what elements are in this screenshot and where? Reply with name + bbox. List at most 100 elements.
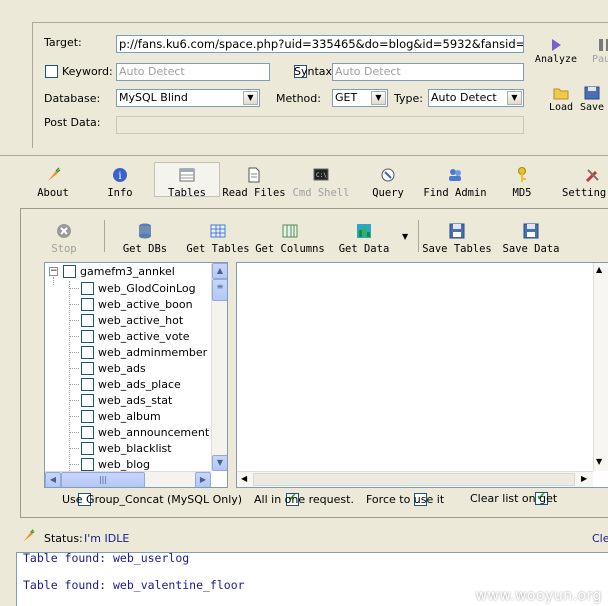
database-select[interactable]: MySQL Blind ▼: [116, 89, 260, 107]
get-data-button[interactable]: Get Data: [336, 222, 392, 255]
type-select[interactable]: Auto Detect ▼: [428, 89, 524, 107]
method-select[interactable]: GET ▼: [332, 89, 388, 107]
chevron-down-icon[interactable]: ▼: [507, 91, 522, 105]
tree-item-checkbox[interactable]: [81, 457, 94, 471]
tree-item[interactable]: web_blacklist: [70, 440, 172, 456]
scroll-left-icon[interactable]: ◀: [241, 474, 247, 483]
tree-item-checkbox[interactable]: [81, 329, 94, 343]
database-label: Database:: [44, 92, 101, 105]
keyword-input[interactable]: Auto Detect: [116, 63, 270, 81]
get-dbs-label: Get DBs: [122, 243, 168, 255]
columns-icon: [282, 224, 298, 238]
tab-about[interactable]: About: [32, 166, 74, 199]
query-icon: [381, 168, 395, 182]
tree-item[interactable]: web_adminmember: [70, 344, 208, 360]
tree-root[interactable]: gamefm3_annkel: [63, 265, 175, 278]
tab-tables[interactable]: Tables: [154, 162, 220, 199]
tree-item-checkbox[interactable]: [81, 313, 94, 327]
database-value: MySQL Blind: [119, 91, 188, 104]
tab-cmd-shell[interactable]: C:\ Cmd Shell: [290, 166, 352, 199]
scroll-thumb[interactable]: [253, 473, 575, 486]
get-columns-button[interactable]: Get Columns: [254, 222, 326, 255]
grid-vscroll[interactable]: ▲ ▼: [593, 263, 608, 471]
scroll-up-icon[interactable]: ▲: [212, 263, 227, 279]
tree-item-label: web_blacklist: [98, 441, 172, 455]
chevron-down-icon[interactable]: ▼: [402, 232, 408, 241]
scroll-down-icon[interactable]: ▼: [212, 455, 227, 471]
get-tables-button[interactable]: Get Tables: [184, 222, 252, 255]
tree-item[interactable]: web_ads_stat: [70, 392, 172, 408]
save-data-label: Save Data: [502, 243, 560, 255]
table-icon: [179, 168, 195, 182]
target-input[interactable]: p://fans.ku6.com/space.php?uid=335465&do…: [116, 35, 524, 53]
scroll-thumb[interactable]: |||: [61, 472, 145, 487]
get-dbs-button[interactable]: Get DBs: [120, 222, 170, 255]
collapse-icon[interactable]: −: [49, 267, 58, 276]
keyword-checkbox[interactable]: [45, 65, 58, 78]
disk-save-icon: [449, 223, 465, 239]
grid-hscroll[interactable]: ◀ ▶: [237, 471, 593, 487]
syntax-input[interactable]: Auto Detect: [332, 63, 524, 81]
info-icon: i: [113, 168, 127, 182]
data-grid[interactable]: ▲ ▼ ◀ ▶: [236, 262, 608, 488]
scroll-up-icon[interactable]: ▲: [596, 265, 602, 274]
tree-item[interactable]: web_blog: [70, 456, 150, 472]
stop-button[interactable]: Stop: [48, 222, 80, 255]
tools-icon: [585, 169, 599, 183]
tree-root-checkbox[interactable]: [63, 265, 76, 278]
tree-item-checkbox[interactable]: [81, 393, 94, 407]
database-icon: [139, 223, 151, 239]
tab-read-files[interactable]: Read Files: [222, 166, 286, 199]
postdata-input[interactable]: [116, 116, 524, 134]
type-label: Type:: [394, 92, 423, 105]
tree-item-checkbox[interactable]: [81, 345, 94, 359]
scroll-right-icon[interactable]: ▶: [195, 472, 211, 487]
tree-item[interactable]: web_album: [70, 408, 161, 424]
tab-info[interactable]: i Info: [100, 166, 140, 199]
tab-find-admin[interactable]: Find Admin: [422, 166, 488, 199]
load-button[interactable]: Load: [544, 86, 578, 113]
database-tree[interactable]: − gamefm3_annkel web_GlodCoinLog web_acti…: [44, 262, 228, 488]
tree-item-checkbox[interactable]: [81, 441, 94, 455]
scroll-left-icon[interactable]: ◀: [45, 472, 61, 487]
tree-item-checkbox[interactable]: [81, 297, 94, 311]
tree-item[interactable]: web_GlodCoinLog: [70, 280, 196, 296]
tree-line: [70, 336, 79, 337]
tree-item[interactable]: web_active_boon: [70, 296, 193, 312]
tree-item-label: web_adminmember: [98, 345, 208, 359]
scroll-right-icon[interactable]: ▶: [581, 474, 587, 483]
pause-button[interactable]: Pau: [586, 38, 608, 65]
tree-vscroll[interactable]: ▲ ≡ ▼: [211, 263, 227, 471]
tree-line: [70, 384, 79, 385]
tree-line: [70, 288, 79, 289]
tree-item-checkbox[interactable]: [81, 281, 94, 295]
tab-md5[interactable]: MD5: [508, 166, 536, 199]
tree-item[interactable]: web_active_vote: [70, 328, 190, 344]
tree-hscroll[interactable]: ◀ ||| ▶: [45, 471, 211, 487]
tree-item-checkbox[interactable]: [81, 361, 94, 375]
scroll-down-icon[interactable]: ▼: [596, 457, 602, 466]
pause-icon: [599, 39, 608, 51]
syntax-label: Syntax:: [294, 65, 336, 78]
chevron-down-icon[interactable]: ▼: [243, 91, 258, 105]
tree-item-checkbox[interactable]: [81, 425, 94, 439]
save-tables-button[interactable]: Save Tables: [422, 222, 492, 255]
tree-item[interactable]: web_ads_place: [70, 376, 181, 392]
scroll-thumb[interactable]: ≡: [212, 279, 227, 301]
tab-setting[interactable]: Setting: [562, 166, 608, 199]
tree-item-checkbox[interactable]: [81, 377, 94, 391]
tree-item[interactable]: web_announcement: [70, 424, 209, 440]
tree-line: [70, 448, 79, 449]
analyze-button[interactable]: Analyze: [532, 38, 580, 65]
tab-md5-label: MD5: [512, 187, 532, 199]
tree-item-checkbox[interactable]: [81, 409, 94, 423]
svg-text:C:\: C:\: [316, 172, 327, 179]
tree-item[interactable]: web_ads: [70, 360, 146, 376]
save-data-button[interactable]: Save Data: [500, 222, 562, 255]
tab-query[interactable]: Query: [370, 166, 406, 199]
clear-link[interactable]: Cle: [592, 532, 608, 545]
chevron-down-icon[interactable]: ▼: [371, 91, 386, 105]
tree-item[interactable]: web_active_hot: [70, 312, 183, 328]
save-button[interactable]: Save: [576, 86, 608, 113]
disk-save-icon: [584, 86, 600, 100]
